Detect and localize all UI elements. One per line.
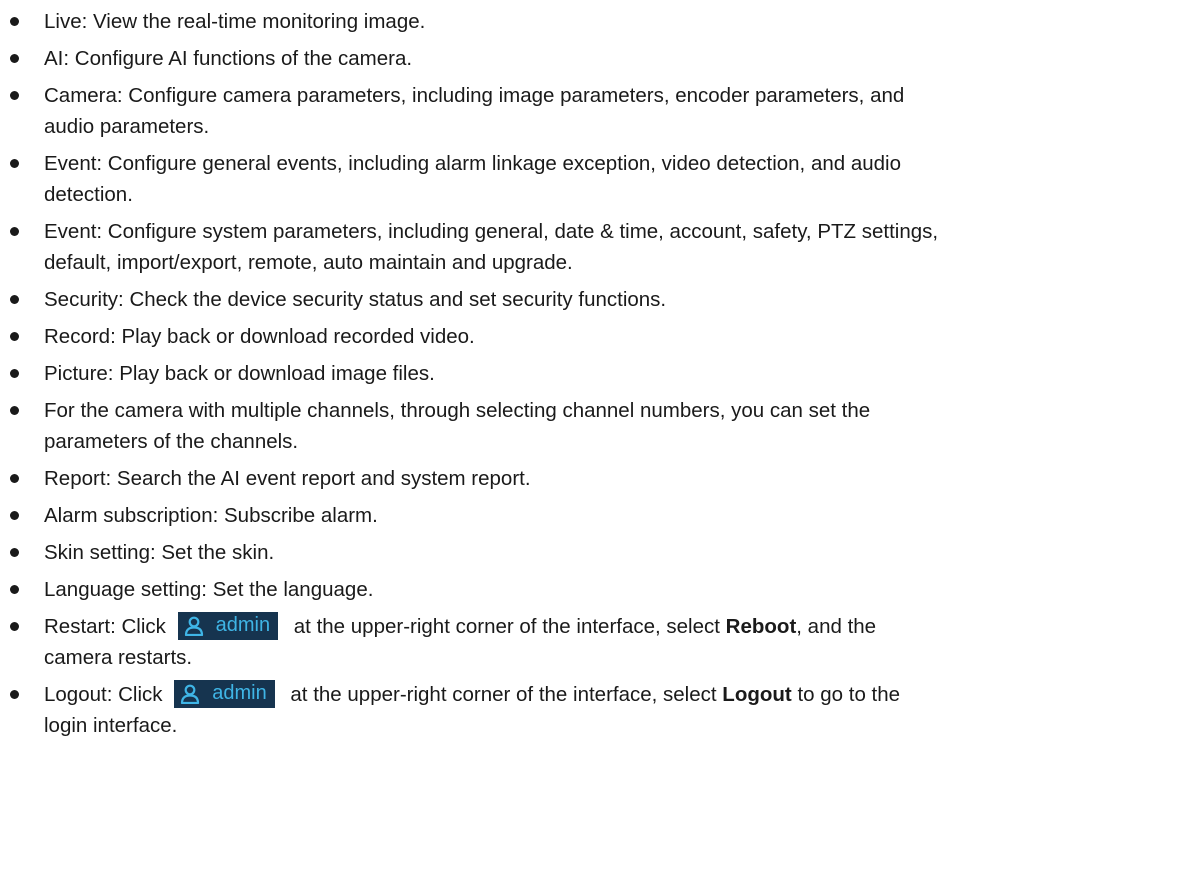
bullet-icon [10, 622, 19, 631]
bullet-icon [10, 54, 19, 63]
bullet-icon [10, 585, 19, 594]
user-icon [184, 616, 203, 636]
list-item-logout: Logout: Click admin at the upper-right c… [0, 679, 1165, 741]
logout-menu-reference: Logout [722, 683, 792, 706]
bullet-icon [10, 548, 19, 557]
bullet-icon [10, 332, 19, 341]
list-item-event-general: Event: Configure general events, includi… [0, 148, 1165, 210]
bullet-icon [10, 369, 19, 378]
list-item-language-setting: Language setting: Set the language. [0, 574, 1165, 605]
document-page: Live: View the real-time monitoring imag… [0, 0, 1190, 888]
bullet-icon [10, 690, 19, 699]
bullet-icon [10, 227, 19, 236]
admin-user-button[interactable]: admin [174, 679, 275, 708]
list-item-security: Security: Check the device security stat… [0, 284, 1165, 315]
list-item-record: Record: Play back or download recorded v… [0, 321, 1165, 352]
list-item-restart: Restart: Click admin at the upper-right … [0, 611, 1165, 673]
bullet-icon [10, 159, 19, 168]
list-item-live: Live: View the real-time monitoring imag… [0, 6, 1165, 37]
bullet-icon [10, 511, 19, 520]
list-item-camera: Camera: Configure camera parameters, inc… [0, 80, 1165, 142]
list-item-report: Report: Search the AI event report and s… [0, 463, 1165, 494]
list-item-ai: AI: Configure AI functions of the camera… [0, 43, 1165, 74]
list-item-channels: For the camera with multiple channels, t… [0, 395, 1165, 457]
reboot-menu-reference: Reboot [725, 615, 797, 638]
bullet-icon [10, 17, 19, 26]
feature-list: Live: View the real-time monitoring imag… [0, 6, 1190, 741]
list-item-picture: Picture: Play back or download image fil… [0, 358, 1165, 389]
list-item-skin-setting: Skin setting: Set the skin. [0, 537, 1165, 568]
admin-user-button[interactable]: admin [177, 611, 279, 640]
list-item-alarm-subscription: Alarm subscription: Subscribe alarm. [0, 500, 1165, 531]
bullet-icon [10, 474, 19, 483]
bullet-icon [10, 295, 19, 304]
bullet-icon [10, 406, 19, 415]
list-item-event-system: Event: Configure system parameters, incl… [0, 216, 1165, 278]
user-icon [181, 684, 200, 704]
bullet-icon [10, 91, 19, 100]
